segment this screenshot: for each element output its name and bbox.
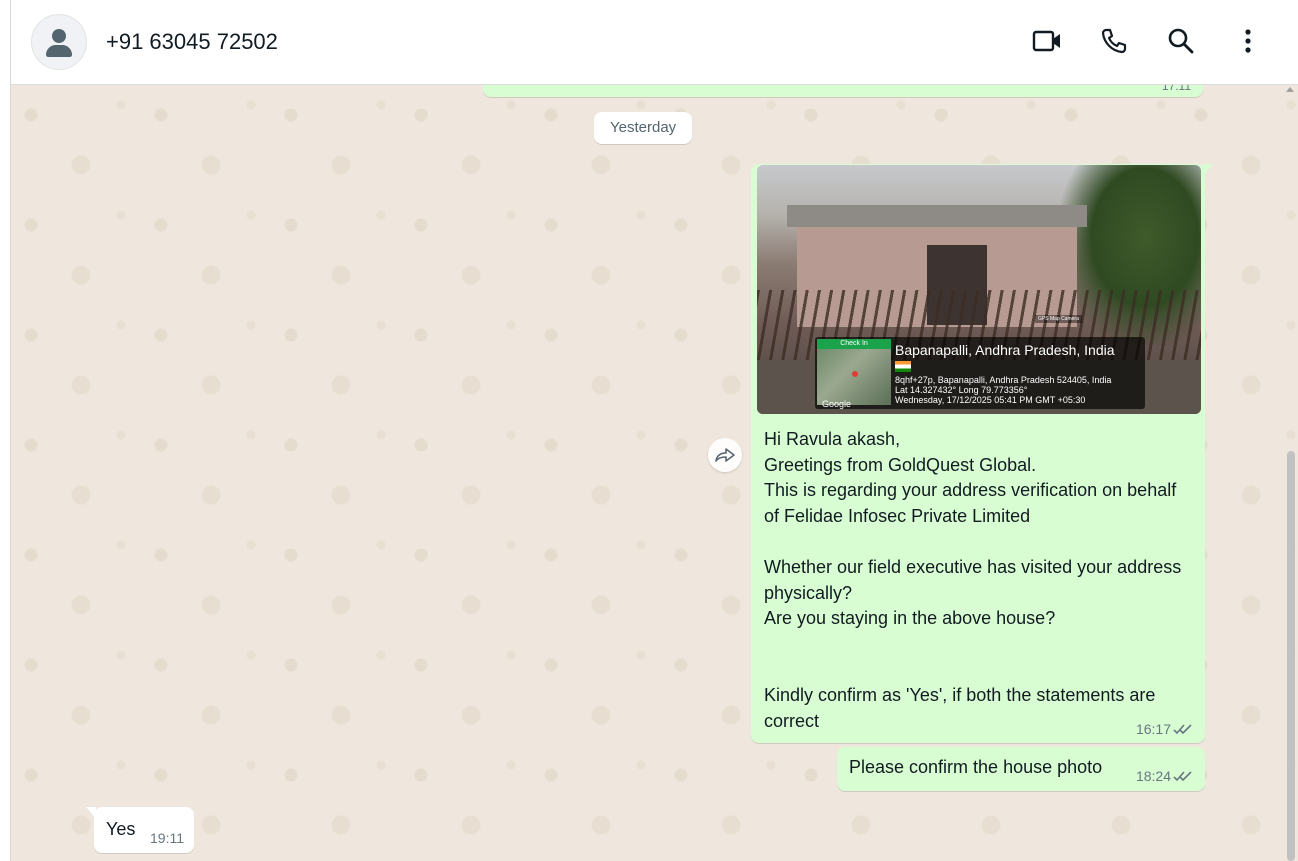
message-bubble-outgoing[interactable]: GPS Map Camera Check In Google Bapanapal… [751, 164, 1213, 743]
avatar-person-icon [52, 29, 66, 43]
mini-map: Google [817, 349, 891, 409]
message-time: 18:24 [1135, 768, 1171, 784]
location-coords: Lat 14.327432° Long 79.773356° [895, 385, 1028, 395]
search-button[interactable] [1164, 24, 1198, 58]
menu-icon [1245, 29, 1251, 53]
message-bubble-outgoing[interactable]: Please confirm the house photo 18:24 [837, 747, 1205, 791]
scrollbar-thumb[interactable] [1287, 451, 1295, 861]
geo-overlay: Check In Google Bapanapalli, Andhra Prad… [815, 337, 1145, 409]
menu-button[interactable] [1231, 24, 1265, 58]
message-text: Hi Ravula akash, Greetings from GoldQues… [764, 429, 1182, 731]
house-photo[interactable]: GPS Map Camera Check In Google Bapanapal… [757, 165, 1201, 414]
forward-button[interactable] [708, 438, 742, 472]
message-text: Yes [106, 819, 136, 839]
map-pin-icon [852, 371, 858, 377]
check-in-label: Check In [817, 339, 891, 349]
message-time: 16:17 [1135, 721, 1171, 737]
chat-header: +91 63045 72502 [11, 0, 1298, 85]
contact-avatar[interactable] [31, 14, 87, 70]
india-flag-icon [895, 361, 911, 372]
avatar-person-body [46, 45, 72, 57]
location-address: 8qhf+27p, Bapanapalli, Andhra Pradesh 52… [895, 375, 1112, 385]
message-time: 19:11 [150, 830, 184, 846]
search-icon [1168, 28, 1194, 54]
message-text: Please confirm the house photo [849, 757, 1103, 777]
photo-roof [787, 205, 1087, 227]
video-call-icon [1032, 30, 1060, 52]
map-brand: Google [822, 399, 852, 409]
message-list[interactable]: 17:11 Yesterday GPS Map Camera Check In [11, 71, 1298, 861]
video-call-button[interactable] [1030, 24, 1064, 58]
contact-name[interactable]: +91 63045 72502 [106, 29, 278, 55]
date-divider: Yesterday [594, 112, 693, 144]
location-place: Bapanapalli, Andhra Pradesh, India [895, 342, 1115, 358]
message-bubble-incoming[interactable]: Yes 19:11 [86, 807, 194, 853]
voice-call-icon [1101, 28, 1127, 54]
chat-window: +91 63045 72502 17:11 Yesterday GPS Map … [10, 0, 1298, 861]
location-details: 8qhf+27p, Bapanapalli, Andhra Pradesh 52… [895, 375, 1111, 405]
scroll-up-arrow[interactable] [1286, 87, 1294, 92]
voice-call-button[interactable] [1097, 24, 1131, 58]
read-ticks-icon [1173, 724, 1192, 735]
location-datetime: Wednesday, 17/12/2025 05:41 PM GMT +05:3… [895, 395, 1086, 405]
gps-camera-watermark: GPS Map Camera [1035, 315, 1082, 323]
read-ticks-icon [1173, 771, 1192, 782]
forward-icon [715, 448, 735, 462]
